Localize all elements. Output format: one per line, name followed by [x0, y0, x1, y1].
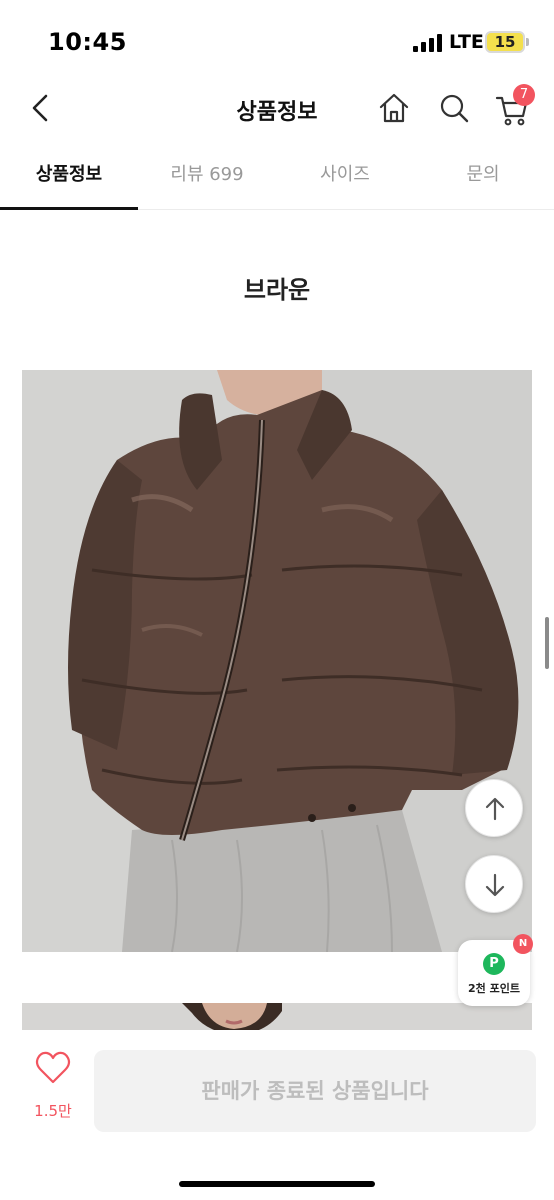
cart-count-badge: 7	[513, 84, 535, 106]
sold-out-button: 판매가 종료된 상품입니다	[94, 1050, 536, 1132]
home-button[interactable]	[376, 88, 412, 128]
arrow-up-icon	[485, 797, 505, 821]
scroll-up-button[interactable]	[465, 779, 523, 837]
battery-cap	[526, 38, 529, 46]
back-button[interactable]	[24, 88, 60, 128]
tab-size[interactable]: 사이즈	[276, 150, 414, 210]
top-navigation: 상품정보	[0, 80, 554, 136]
heart-icon	[35, 1051, 71, 1084]
active-tab-indicator	[0, 207, 138, 210]
status-time: 10:45	[48, 28, 127, 56]
tab-product-info[interactable]: 상품정보	[0, 150, 138, 210]
points-icon: P	[483, 953, 505, 975]
back-chevron-icon	[32, 94, 48, 122]
network-type: LTE	[449, 31, 484, 53]
battery-icon: 15	[485, 31, 525, 53]
color-option-heading: 브라운	[243, 276, 311, 304]
home-icon	[379, 93, 409, 123]
scroll-down-button[interactable]	[465, 855, 523, 913]
product-photo	[22, 370, 532, 952]
scrollbar[interactable]	[545, 617, 549, 669]
home-indicator	[179, 1181, 375, 1187]
status-bar: 10:45 LTE 15	[0, 0, 554, 80]
arrow-down-icon	[485, 873, 505, 897]
points-new-badge: N	[513, 934, 533, 954]
tab-reviews[interactable]: 리뷰 699	[138, 150, 276, 210]
signal-icon	[413, 34, 443, 52]
search-icon	[440, 94, 469, 123]
points-label: 2천 포인트	[468, 982, 520, 995]
search-button[interactable]	[436, 88, 472, 128]
like-count: 1.5만	[34, 1102, 72, 1120]
tab-inquiry[interactable]: 문의	[414, 150, 552, 210]
like-button[interactable]: 1.5만	[24, 1040, 82, 1130]
product-tabs: 상품정보 리뷰 699 사이즈 문의	[0, 150, 554, 210]
battery-level: 15	[494, 33, 516, 51]
